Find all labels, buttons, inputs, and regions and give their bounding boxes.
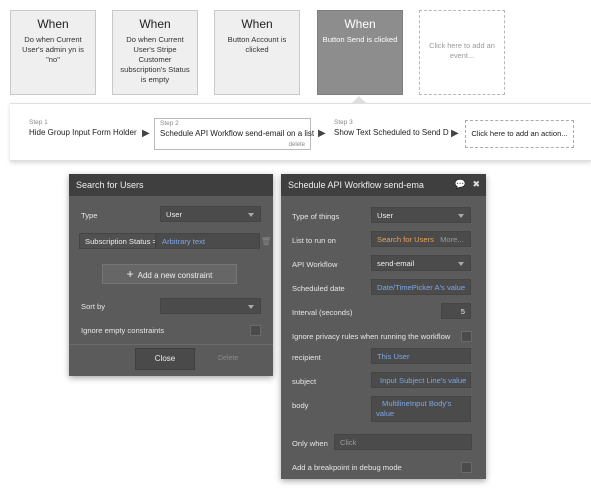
constraint-value-field[interactable]: Arbitrary text: [156, 233, 260, 249]
step-arrow-icon: ▶: [451, 128, 459, 139]
constraint-value: Arbitrary text: [162, 237, 206, 246]
schedule-api-workflow-panel: Schedule API Workflow send-ema 💬 ✖ Type …: [281, 174, 486, 479]
only-when-label: Only when: [292, 439, 328, 448]
step-2[interactable]: Step 2 Schedule API Workflow send-email …: [154, 118, 315, 150]
body-field[interactable]: MultilineInput Body's value: [371, 396, 471, 422]
step-delete-link[interactable]: delete: [289, 142, 305, 148]
type-of-things-label: Type of things: [292, 212, 340, 221]
step-label: Schedule API Workflow send-email on a li…: [160, 129, 315, 138]
panel-divider: [69, 344, 273, 345]
step-3[interactable]: Step 3 Show Text Scheduled to Send D: [334, 119, 449, 149]
type-label: Type: [81, 211, 98, 220]
panel-title: Search for Users: [69, 174, 273, 196]
api-workflow-value: send-email: [377, 259, 415, 268]
event-card-admin-no[interactable]: When Do when Current User's admin yn is …: [10, 10, 96, 95]
search-for-users-panel: Search for Users Type User Subscription …: [69, 174, 273, 376]
breakpoint-checkbox[interactable]: [461, 462, 472, 473]
body-label: body: [292, 401, 309, 410]
type-of-things-value: User: [377, 211, 394, 220]
ignore-empty-label: Ignore empty constraints: [81, 326, 165, 335]
interval-input[interactable]: 5: [441, 303, 471, 319]
scheduled-date-field[interactable]: Date/TimePicker A's value: [371, 279, 471, 295]
event-desc: Do when Current User's admin yn is "no": [22, 35, 84, 64]
panel-title: Schedule API Workflow send-ema: [288, 180, 424, 190]
type-dropdown[interactable]: User: [160, 206, 261, 222]
constraint-field-label[interactable]: Subscription Status =: [79, 233, 156, 249]
body-value-line-1: MultilineInput Body's: [382, 399, 452, 408]
add-constraint-button[interactable]: + Add a new constraint: [102, 264, 237, 284]
ignore-privacy-checkbox[interactable]: [461, 331, 472, 342]
event-desc: Do when Current User's Stripe Customer s…: [120, 35, 190, 84]
sort-by-label: Sort by: [81, 302, 106, 311]
step-arrow-icon: ▶: [318, 128, 326, 139]
event-when: When: [37, 17, 69, 31]
api-workflow-dropdown[interactable]: send-email: [371, 255, 471, 271]
add-event-button[interactable]: Click here to add an event...: [419, 10, 505, 95]
delete-button[interactable]: Delete: [218, 355, 238, 362]
close-icon[interactable]: ✖: [472, 179, 480, 189]
more-link[interactable]: More...: [440, 235, 464, 244]
ignore-empty-checkbox[interactable]: [250, 325, 261, 336]
event-when: When: [344, 17, 376, 31]
api-workflow-label: API Workflow: [292, 260, 338, 269]
step-label: Hide Group Input Form Holder: [29, 128, 137, 137]
recipient-field[interactable]: This User: [371, 348, 471, 364]
list-value: Search for Users: [377, 235, 434, 244]
event-card-button-account[interactable]: When Button Account is clicked: [214, 10, 300, 95]
constraint-label: Subscription Status =: [85, 237, 156, 246]
event-desc: Button Send is clicked: [322, 35, 398, 44]
recipient-label: recipient: [292, 353, 321, 362]
body-value-line-2: value: [376, 409, 395, 418]
ignore-privacy-label: Ignore privacy rules when running the wo…: [292, 332, 451, 341]
step-number: Step 3: [334, 119, 353, 126]
trash-icon[interactable]: 🗑: [261, 237, 271, 246]
add-constraint-label: Add a new constraint: [137, 271, 213, 280]
workflow-steps-bar: Step 1 Hide Group Input Form Holder ▶ St…: [10, 103, 591, 161]
type-value: User: [166, 210, 183, 219]
event-when: When: [241, 17, 273, 31]
close-button[interactable]: Close: [135, 348, 195, 370]
type-of-things-dropdown[interactable]: User: [371, 207, 471, 223]
step-1[interactable]: Step 1 Hide Group Input Form Holder: [29, 119, 137, 149]
subject-label: subject: [292, 377, 317, 386]
plus-icon: +: [126, 267, 134, 281]
comment-icon[interactable]: 💬: [455, 179, 466, 189]
event-when: When: [139, 17, 171, 31]
step-number: Step 1: [29, 119, 48, 126]
interval-label: Interval (seconds): [292, 308, 353, 317]
event-card-stripe-status[interactable]: When Do when Current User's Stripe Custo…: [112, 10, 198, 95]
only-when-field[interactable]: Click: [334, 434, 472, 450]
step-label: Show Text Scheduled to Send D: [334, 128, 449, 137]
event-desc: Button Account is clicked: [227, 35, 287, 54]
list-to-run-on-field[interactable]: Search for Users More...: [371, 231, 471, 247]
add-event-label: Click here to add an event...: [429, 41, 495, 60]
list-to-run-on-label: List to run on: [292, 236, 336, 245]
sort-by-dropdown[interactable]: [160, 298, 261, 314]
event-card-button-send[interactable]: When Button Send is clicked: [317, 10, 403, 95]
scheduled-date-label: Scheduled date: [292, 284, 345, 293]
panel-header: Schedule API Workflow send-ema 💬 ✖: [281, 174, 486, 196]
panel-header-icons: 💬 ✖: [455, 179, 480, 190]
step-arrow-icon: ▶: [142, 128, 150, 139]
add-action-button[interactable]: Click here to add an action...: [465, 120, 574, 148]
subject-field[interactable]: Input Subject Line's value: [371, 372, 471, 388]
step-number: Step 2: [160, 120, 179, 127]
breakpoint-label: Add a breakpoint in debug mode: [292, 463, 402, 472]
